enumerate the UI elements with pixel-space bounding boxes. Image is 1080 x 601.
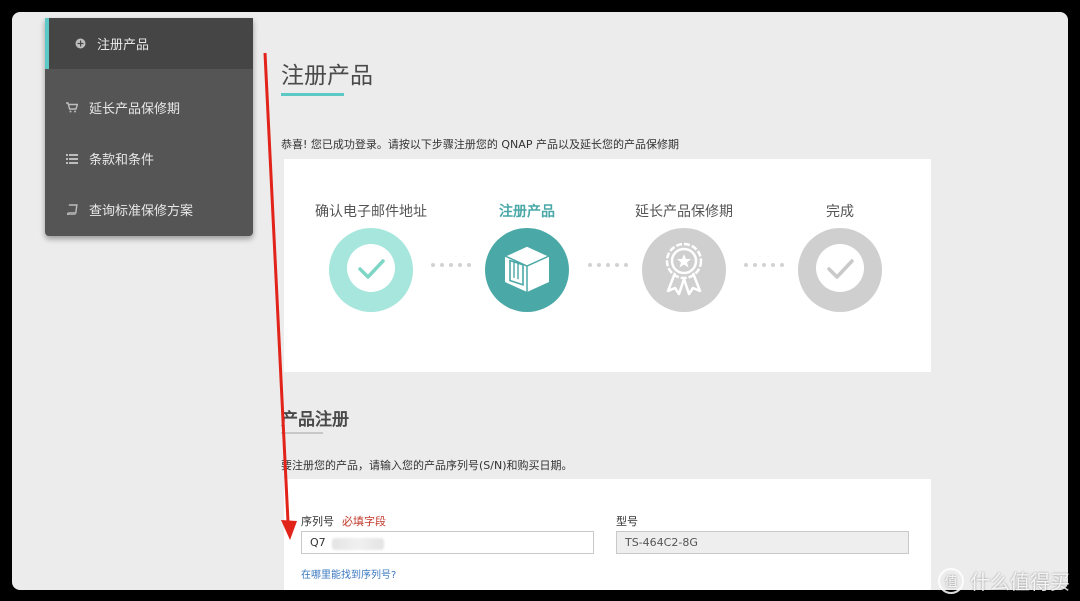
watermark-logo-icon: 值 xyxy=(938,567,964,594)
site-watermark: 值 什么值得买 xyxy=(938,566,1070,595)
annotation-arrow xyxy=(263,52,297,540)
watermark-text: 什么值得买 xyxy=(970,570,1070,594)
